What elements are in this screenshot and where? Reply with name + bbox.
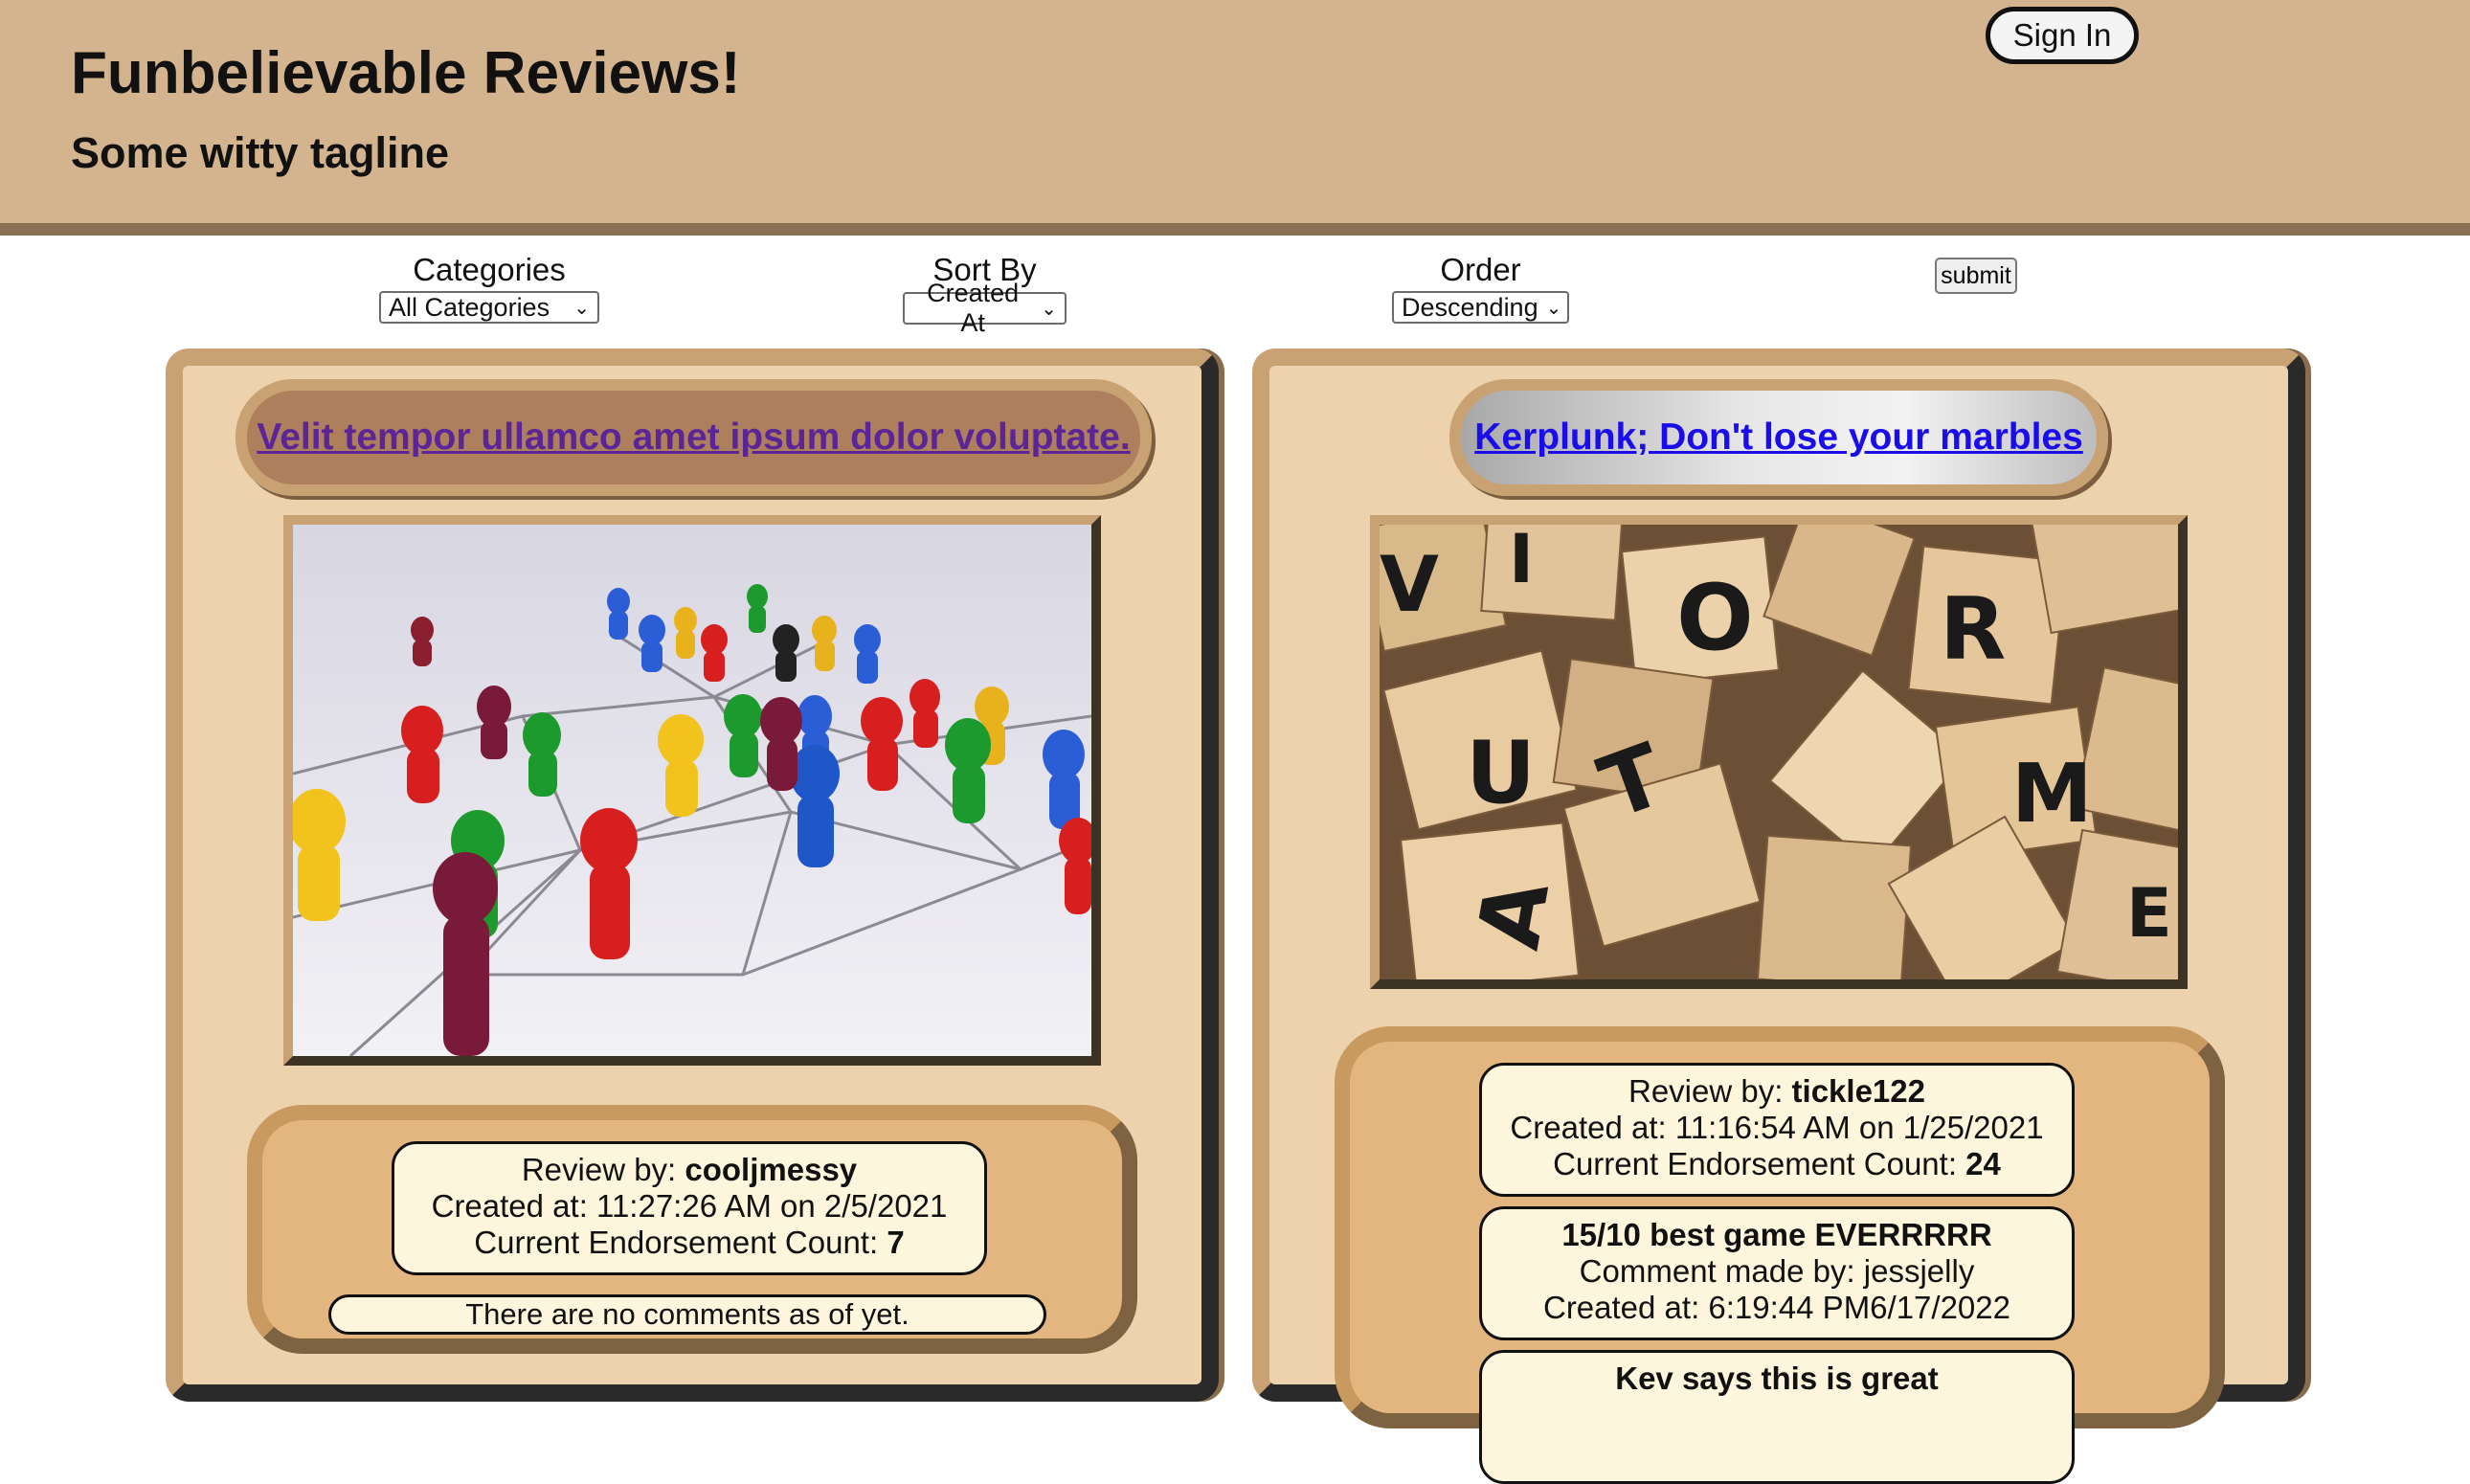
svg-text:O: O <box>1676 566 1754 671</box>
categories-label: Categories <box>413 252 566 287</box>
order-filter: Order Descending ⌄ <box>1392 251 1569 324</box>
endorsement-label: Current Endorsement Count: <box>1553 1146 1957 1181</box>
review-card: Velit tempor ullamco amet ipsum dolor vo… <box>166 349 1219 1402</box>
review-card: Kerplunk; Don't lose your marbles V I O … <box>1252 349 2305 1484</box>
svg-text:I: I <box>1509 525 1534 598</box>
sort-by-select[interactable]: Created At ⌄ <box>903 279 1067 337</box>
svg-text:R: R <box>1940 579 2006 680</box>
review-details-panel: Review by: cooljmessy Created at: 11:27:… <box>247 1105 1137 1354</box>
review-author: cooljmessy <box>685 1152 858 1187</box>
site-header: Funbelievable Reviews! Some witty taglin… <box>0 0 2470 236</box>
endorsement-count-line: Current Endorsement Count: 7 <box>394 1225 984 1261</box>
svg-text:V: V <box>1380 540 1439 629</box>
comment-author: Comment made by: jessjelly <box>1579 1253 1975 1289</box>
endorsement-count-line: Current Endorsement Count: 24 <box>1482 1146 2072 1182</box>
comment-card: 15/10 best game EVERRRRR Comment made by… <box>1479 1206 2075 1340</box>
sign-in-button[interactable]: Sign In <box>1986 7 2139 64</box>
review-title-banner: Velit tempor ullamco amet ipsum dolor vo… <box>236 379 1152 496</box>
review-meta-box: Review by: tickle122 Created at: 11:16:5… <box>1479 1063 2075 1197</box>
no-comments-message: There are no comments as of yet. <box>328 1294 1046 1335</box>
categories-filter: Categories All Categories ⌄ <box>379 251 599 324</box>
order-select[interactable]: Descending ⌄ <box>1392 291 1569 324</box>
review-details-panel: Review by: tickle122 Created at: 11:16:5… <box>1335 1026 2225 1484</box>
chevron-down-icon: ⌄ <box>1545 297 1562 319</box>
comment-body: 15/10 best game EVERRRRR <box>1561 1217 1992 1252</box>
review-image-pawns <box>283 515 1101 1066</box>
site-title: Funbelievable Reviews! <box>71 40 741 106</box>
site-tagline: Some witty tagline <box>71 128 450 177</box>
chevron-down-icon: ⌄ <box>1041 298 1057 320</box>
review-by-label: Review by: <box>1628 1073 1784 1109</box>
review-by-label: Review by: <box>521 1152 677 1187</box>
review-author-line: Review by: tickle122 <box>1482 1073 2072 1110</box>
submit-button[interactable]: submit <box>1935 258 2017 294</box>
endorsement-label: Current Endorsement Count: <box>474 1225 879 1260</box>
review-created-at: Created at: 11:27:26 AM on 2/5/2021 <box>431 1188 948 1224</box>
order-selected-value: Descending <box>1402 292 1538 322</box>
review-title-link[interactable]: Kerplunk; Don't lose your marbles <box>1474 416 2083 459</box>
endorsement-count: 7 <box>887 1225 905 1260</box>
chevron-down-icon: ⌄ <box>573 297 590 319</box>
sort-by-filter: Sort By Created At ⌄ <box>903 251 1067 337</box>
review-image-scrabble: V I O R U T M A E <box>1370 515 2188 989</box>
endorsement-count: 24 <box>1965 1146 2001 1181</box>
comment-card: Kev says this is great <box>1479 1350 2075 1484</box>
review-author: tickle122 <box>1791 1073 1925 1109</box>
comment-body: Kev says this is great <box>1615 1360 1939 1396</box>
svg-text:U: U <box>1466 723 1536 823</box>
svg-text:E: E <box>2126 874 2172 953</box>
svg-text:M: M <box>2011 747 2093 842</box>
review-title-banner: Kerplunk; Don't lose your marbles <box>1449 379 2108 496</box>
categories-selected-value: All Categories <box>389 292 550 322</box>
review-author-line: Review by: cooljmessy <box>394 1152 984 1188</box>
sort-by-selected-value: Created At <box>927 279 1020 337</box>
order-label: Order <box>1440 252 1521 287</box>
review-meta-box: Review by: cooljmessy Created at: 11:27:… <box>392 1141 987 1275</box>
review-created-at: Created at: 11:16:54 AM on 1/25/2021 <box>1510 1110 2044 1145</box>
review-title-link[interactable]: Velit tempor ullamco amet ipsum dolor vo… <box>257 416 1130 459</box>
comment-created-at: Created at: 6:19:44 PM6/17/2022 <box>1542 1290 2010 1325</box>
categories-select[interactable]: All Categories ⌄ <box>379 291 599 324</box>
